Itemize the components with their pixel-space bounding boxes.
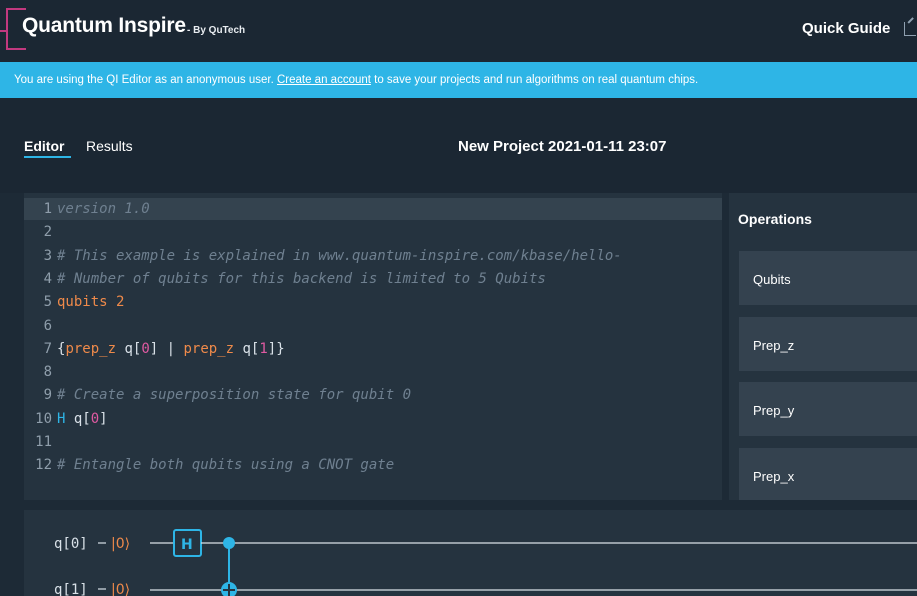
- operation-prep-z[interactable]: Prep_z: [739, 317, 917, 371]
- line-number: 10: [35, 410, 52, 427]
- h-gate-label: H: [181, 537, 193, 553]
- code-token: ]}: [267, 340, 285, 357]
- code-token: 0: [141, 340, 150, 357]
- line-number: 12: [35, 457, 52, 474]
- code-line[interactable]: 6: [24, 315, 57, 337]
- qubit-label-q0: q[0]: [54, 536, 88, 552]
- banner-text-suffix: to save your projects and run algorithms…: [370, 74, 699, 86]
- anonymous-user-banner: You are using the QI Editor as an anonym…: [0, 62, 917, 98]
- logo-by-qutech: - By QuTech: [187, 25, 246, 36]
- project-title[interactable]: New Project 2021-01-11 23:07: [458, 138, 666, 155]
- operation-prep-y[interactable]: Prep_y: [739, 382, 917, 436]
- code-line[interactable]: 12 # Entangle both qubits using a CNOT ga…: [24, 454, 394, 476]
- editor-header: Editor Results New Project 2021-01-11 23…: [0, 98, 917, 193]
- code-token: qubits: [57, 294, 117, 311]
- line-number: 1: [43, 201, 52, 217]
- code-token: q[: [234, 340, 260, 357]
- qubit-init-q1: |0⟩: [111, 582, 130, 596]
- tab-results[interactable]: Results: [86, 138, 133, 154]
- line-number: 2: [43, 224, 52, 241]
- qubit-init-q0: |0⟩: [111, 536, 130, 552]
- operations-title: Operations: [738, 211, 812, 227]
- code-token: # Entangle both qubits using a CNOT gate: [57, 457, 395, 474]
- code-token: # Number of qubits for this backend is l…: [57, 270, 546, 287]
- code-line[interactable]: 2: [24, 221, 57, 243]
- code-line[interactable]: 7 {prep_z q[0] | prep_z q[1]}: [24, 338, 285, 360]
- circuit-diagram: q[0] |0⟩ H q[1] |0⟩: [54, 529, 917, 596]
- tab-editor[interactable]: Editor: [24, 138, 64, 154]
- code-editor[interactable]: 1 version 1.0 2 3 # This example is explaine…: [24, 193, 722, 500]
- code-token: prep_z: [65, 340, 117, 357]
- code-line[interactable]: 10 H q[0]: [24, 408, 108, 430]
- code-token: q[: [116, 340, 142, 357]
- code-token: 1: [259, 340, 268, 357]
- code-token: q[: [65, 410, 91, 427]
- code-token: 0: [90, 410, 100, 427]
- operation-qubits[interactable]: Qubits: [739, 251, 917, 305]
- banner-text-prefix: You are using the QI Editor as an anonym…: [14, 74, 277, 86]
- code-token: version 1.0: [57, 201, 150, 217]
- quick-guide-link[interactable]: Quick Guide: [802, 20, 890, 37]
- qubit-label-q1: q[1]: [54, 582, 88, 596]
- code-token: # This example is explained in www.quant…: [57, 247, 622, 264]
- code-line[interactable]: 8: [24, 361, 57, 383]
- code-line[interactable]: 9 # Create a superposition state for qubi…: [24, 384, 411, 406]
- code-line[interactable]: 4 # Number of qubits for this backend is …: [24, 268, 546, 290]
- external-link-icon[interactable]: [904, 22, 916, 36]
- code-token: 2: [116, 294, 125, 311]
- operations-panel: Operations Qubits Prep_z Prep_y Prep_x: [729, 193, 917, 500]
- line-number: 8: [43, 364, 52, 381]
- line-number: 9: [43, 387, 52, 404]
- code-token: ]: [99, 410, 108, 427]
- code-token: # Create a superposition state for qubit…: [57, 387, 412, 404]
- circuit-view[interactable]: q[0] |0⟩ H q[1] |0⟩: [24, 510, 917, 596]
- line-number: 4: [43, 270, 52, 287]
- line-number: 6: [43, 317, 52, 334]
- code-line[interactable]: 11: [24, 431, 57, 453]
- line-number: 11: [35, 434, 52, 450]
- code-token: prep_z: [183, 340, 235, 357]
- line-number: 3: [43, 247, 52, 264]
- code-line[interactable]: 1 version 1.0: [24, 198, 150, 220]
- line-number: 7: [43, 340, 52, 357]
- active-tab-indicator: [24, 156, 71, 158]
- operation-prep-x[interactable]: Prep_x: [739, 448, 917, 500]
- logo-title[interactable]: Quantum Inspire: [22, 14, 186, 38]
- top-navigation-bar: Quantum Inspire - By QuTech Quick Guide: [0, 0, 917, 62]
- code-line[interactable]: 3 # This example is explained in www.quan…: [24, 245, 622, 267]
- code-token: ] |: [149, 340, 184, 357]
- code-line[interactable]: 5 qubits 2: [24, 291, 125, 313]
- create-account-link[interactable]: Create an account: [277, 74, 371, 86]
- line-number: 5: [43, 294, 52, 311]
